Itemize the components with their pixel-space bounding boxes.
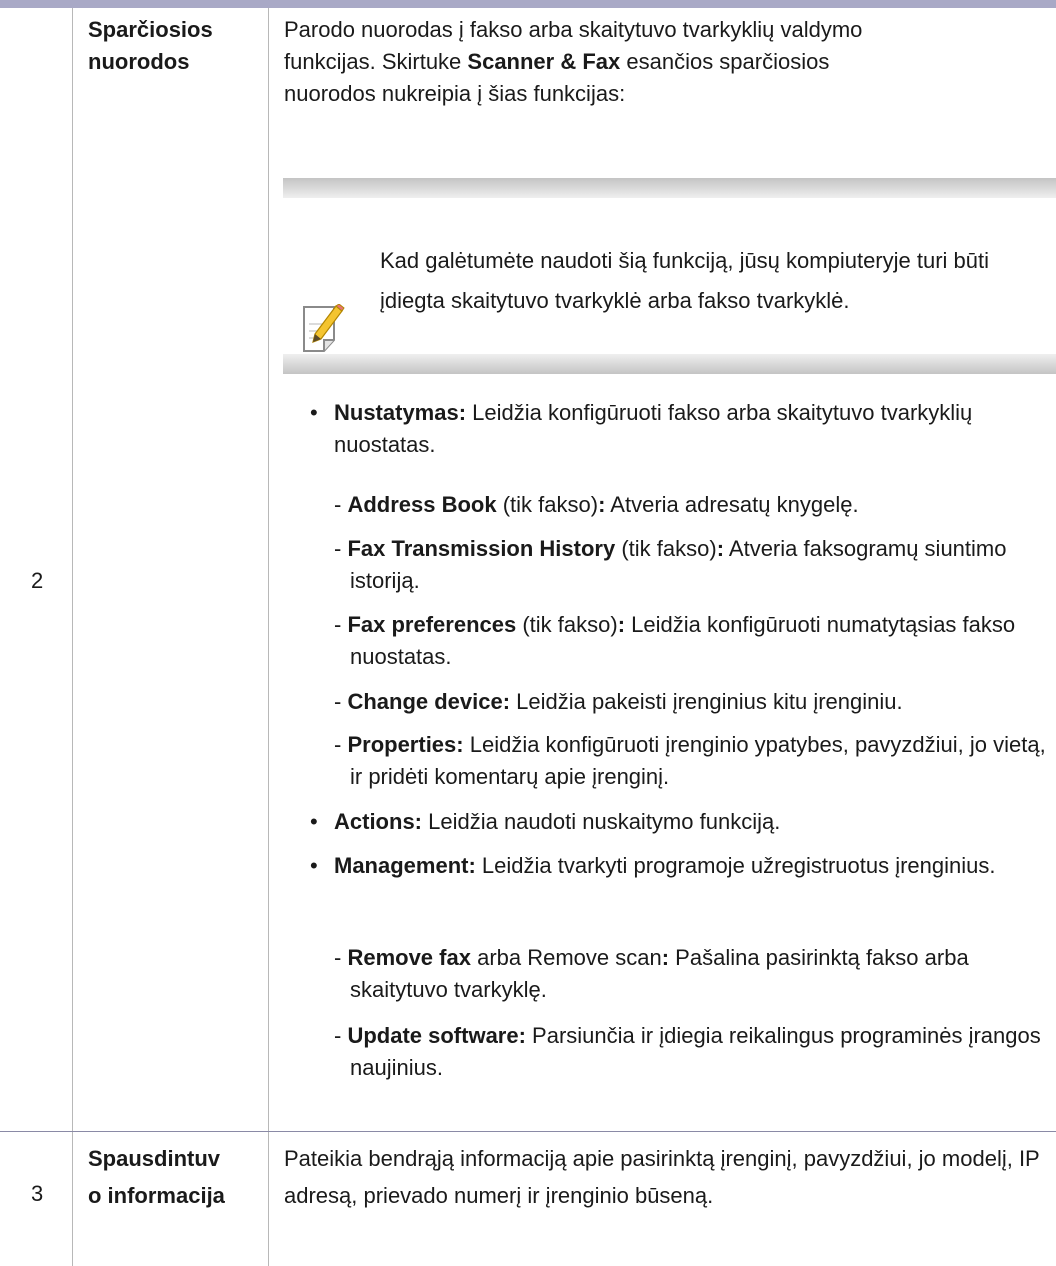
list-item: Actions: Leidžia naudoti nuskaitymo funk… — [334, 809, 781, 834]
note-border-top — [283, 178, 1056, 198]
row-title-line: Spausdintuv — [88, 1146, 221, 1171]
note-pencil-icon — [301, 303, 347, 354]
sub-item: - Fax preferences (tik fakso): Leidžia k… — [334, 612, 1016, 669]
row-divider — [0, 1131, 1056, 1132]
bullet: • — [310, 809, 318, 834]
column-divider-left — [72, 8, 73, 1266]
sub-item: - Update software: Parsiunčia ir įdiegia… — [334, 1023, 1041, 1080]
sub-item: - Address Book (tik fakso): Atveria adre… — [334, 492, 859, 517]
note-border-bottom — [283, 354, 1056, 374]
sub-item: - Change device: Leidžia pakeisti įrengi… — [334, 689, 903, 714]
column-divider-right — [268, 8, 269, 1266]
row-description: Pateikia bendrąją informaciją apie pasir… — [284, 1146, 1040, 1208]
description-line: funkcijas. Skirtuke Scanner & Fax esanči… — [284, 49, 830, 74]
note-text: Kad galėtumėte naudoti šią funkciją, jūs… — [380, 248, 990, 313]
row-title-line: o informacija — [88, 1183, 225, 1208]
list-item: Nustatymas: Leidžia konfigūruoti fakso a… — [334, 400, 973, 457]
sub-item: - Fax Transmission History (tik fakso): … — [334, 536, 1007, 593]
bullet: • — [310, 400, 318, 425]
row-number: 3 — [31, 1181, 44, 1206]
sub-item: - Properties: Leidžia konfigūruoti įreng… — [334, 732, 1046, 789]
row-title-line: nuorodos — [88, 49, 190, 74]
row-description: Parodo nuorodas į fakso arba skaitytuvo … — [284, 14, 1044, 110]
tab-name: Scanner & Fax — [467, 49, 621, 74]
row-title-line: Sparčiosios — [88, 17, 213, 42]
description-line: Parodo nuorodas į fakso arba skaitytuvo … — [284, 17, 863, 42]
row-title: Spausdintuv o informacija — [88, 1140, 258, 1214]
header-bar — [0, 0, 1056, 8]
sub-item: - Remove fax arba Remove scan: Pašalina … — [334, 945, 969, 1002]
row-title: Sparčiosios nuorodos — [88, 14, 258, 78]
list-item: Management: Leidžia tvarkyti programoje … — [334, 853, 996, 878]
row-number: 2 — [31, 568, 44, 593]
bullet: • — [310, 853, 318, 878]
description-line: nuorodos nukreipia į šias funkcijas: — [284, 81, 626, 106]
